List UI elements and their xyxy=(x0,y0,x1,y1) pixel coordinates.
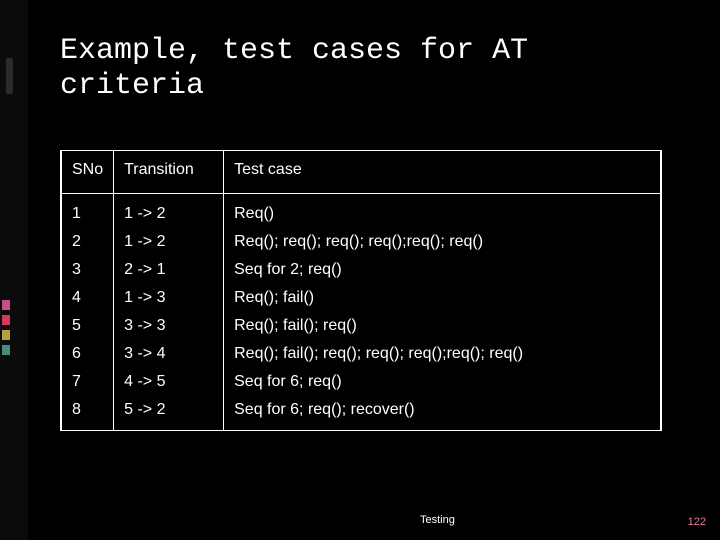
cell-sno: 7 xyxy=(62,368,114,396)
cell-sno: 8 xyxy=(62,396,114,430)
cell-sno: 4 xyxy=(62,284,114,312)
cell-transition: 1 -> 3 xyxy=(114,284,224,312)
cell-testcase: Seq for 2; req() xyxy=(224,256,661,284)
cell-testcase: Req(); fail(); req(); req(); req();req()… xyxy=(224,340,661,368)
cell-sno: 1 xyxy=(62,194,114,229)
table-row: 63 -> 4Req(); fail(); req(); req(); req(… xyxy=(62,340,661,368)
table-row: 11 -> 2Req() xyxy=(62,194,661,229)
cell-testcase: Seq for 6; req() xyxy=(224,368,661,396)
table-row: 53 -> 3Req(); fail(); req() xyxy=(62,312,661,340)
test-cases-table: SNo Transition Test case 11 -> 2Req()21 … xyxy=(60,150,662,431)
cell-transition: 2 -> 1 xyxy=(114,256,224,284)
footer-label: Testing xyxy=(420,514,455,526)
col-header-testcase: Test case xyxy=(224,151,661,194)
cell-transition: 1 -> 2 xyxy=(114,194,224,229)
cell-testcase: Req(); fail() xyxy=(224,284,661,312)
table-row: 85 -> 2Seq for 6; req(); recover() xyxy=(62,396,661,430)
cell-transition: 3 -> 3 xyxy=(114,312,224,340)
table-row: 32 -> 1Seq for 2; req() xyxy=(62,256,661,284)
cell-transition: 5 -> 2 xyxy=(114,396,224,430)
table-row: 21 -> 2Req(); req(); req(); req();req();… xyxy=(62,228,661,256)
left-accent-bar xyxy=(0,0,28,540)
cell-sno: 5 xyxy=(62,312,114,340)
cell-testcase: Seq for 6; req(); recover() xyxy=(224,396,661,430)
cell-transition: 3 -> 4 xyxy=(114,340,224,368)
cell-sno: 2 xyxy=(62,228,114,256)
page-number: 122 xyxy=(688,516,706,528)
cell-testcase: Req(); req(); req(); req();req(); req() xyxy=(224,228,661,256)
cell-sno: 6 xyxy=(62,340,114,368)
table-row: 41 -> 3Req(); fail() xyxy=(62,284,661,312)
col-header-sno: SNo xyxy=(62,151,114,194)
table-header-row: SNo Transition Test case xyxy=(62,151,661,194)
cell-transition: 1 -> 2 xyxy=(114,228,224,256)
cell-testcase: Req(); fail(); req() xyxy=(224,312,661,340)
page-title: Example, test cases for AT criteria xyxy=(60,34,680,103)
col-header-transition: Transition xyxy=(114,151,224,194)
cell-sno: 3 xyxy=(62,256,114,284)
side-color-bars xyxy=(2,300,10,370)
table-row: 74 -> 5Seq for 6; req() xyxy=(62,368,661,396)
slide: Example, test cases for AT criteria SNo … xyxy=(0,0,720,540)
cell-testcase: Req() xyxy=(224,194,661,229)
cell-transition: 4 -> 5 xyxy=(114,368,224,396)
